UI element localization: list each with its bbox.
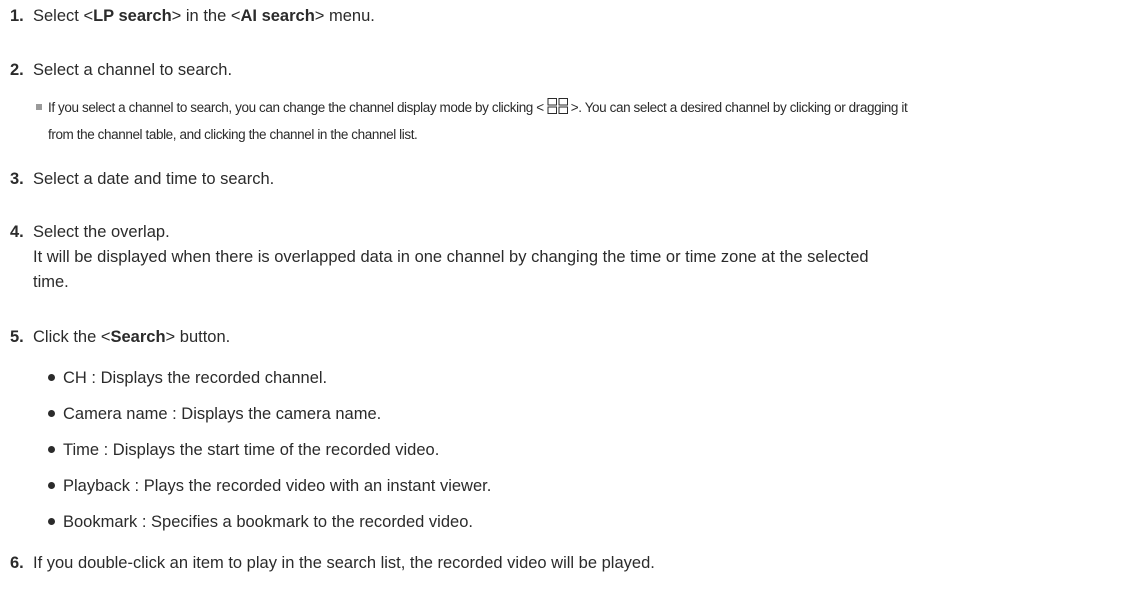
bullet-icon — [48, 373, 55, 381]
step-1: 1. Select <LP search> in the <AI search> … — [10, 5, 1121, 28]
bullet-icon — [48, 445, 55, 453]
step-text: Select a date and time to search. — [33, 170, 275, 188]
step-text: If you double-click an item to play in t… — [33, 554, 655, 572]
step-text-post: > button. — [165, 328, 231, 346]
step-number: 1. — [10, 7, 24, 25]
note: If you select a channel to search, you c… — [34, 94, 1101, 148]
note-text-pre: If you select a channel to search, you c… — [48, 100, 544, 115]
step-text-mid: > in the < — [171, 7, 241, 25]
step-number: 2. — [10, 61, 24, 79]
grid-view-icon — [547, 98, 568, 115]
list-item-text: Time : Displays the start time of the re… — [63, 441, 440, 459]
list-item: CH : Displays the recorded channel. — [48, 367, 327, 390]
step-2: 2. Select a channel to search. — [10, 59, 1121, 82]
menu-name-lp-search: LP search — [93, 7, 172, 25]
note-text-line2: from the channel table, and clicking the… — [48, 127, 418, 142]
bullet-icon — [48, 409, 55, 417]
list-item-text: Bookmark : Specifies a bookmark to the r… — [63, 513, 473, 531]
step-number: 5. — [10, 328, 24, 346]
manual-page: 1. Select <LP search> in the <AI search> … — [0, 0, 1131, 601]
step-text-pre: Click the < — [33, 328, 111, 346]
step-text-pre: Select < — [33, 7, 94, 25]
list-item-text: Playback : Plays the recorded video with… — [63, 477, 492, 495]
step-text: Select the overlap. — [33, 223, 170, 241]
step-number: 6. — [10, 554, 24, 572]
note-text-post: >. You can select a desired channel by c… — [570, 100, 908, 115]
list-item: Time : Displays the start time of the re… — [48, 439, 439, 462]
step-4: 4. Select the overlap. It will be display… — [10, 221, 1121, 294]
button-name-search: Search — [110, 328, 166, 346]
step-5: 5. Click the <Search> button. — [10, 326, 1121, 349]
list-item: Bookmark : Specifies a bookmark to the r… — [48, 511, 473, 534]
menu-name-ai-search: AI search — [240, 7, 315, 25]
step-text-line2: It will be displayed when there is overl… — [33, 248, 869, 266]
bullet-icon — [48, 481, 55, 489]
note-marker-icon — [36, 104, 42, 111]
step-text: Select a channel to search. — [33, 61, 233, 79]
bullet-icon — [48, 517, 55, 525]
list-item: Camera name : Displays the camera name. — [48, 403, 381, 426]
step-6: 6. If you double-click an item to play in… — [10, 552, 1121, 575]
step-text-post: > menu. — [314, 7, 375, 25]
list-item: Playback : Plays the recorded video with… — [48, 475, 491, 498]
list-item-text: CH : Displays the recorded channel. — [63, 369, 328, 387]
step-number: 3. — [10, 170, 24, 188]
step-number: 4. — [10, 223, 24, 241]
list-item-text: Camera name : Displays the camera name. — [63, 405, 382, 423]
step-3: 3. Select a date and time to search. — [10, 168, 1121, 191]
step-text-line3: time. — [33, 273, 69, 291]
